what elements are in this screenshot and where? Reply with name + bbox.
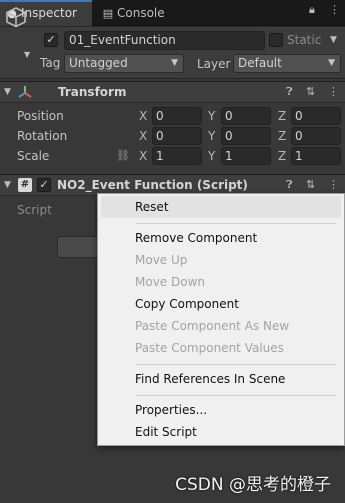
axis-x-label: X xyxy=(139,129,148,143)
menu-item-edit-script[interactable]: Edit Script xyxy=(98,421,344,443)
object-name-field[interactable]: 01_EventFunction xyxy=(64,31,265,50)
scale-z-field[interactable]: 1 xyxy=(291,147,341,165)
scale-x-field[interactable]: 1 xyxy=(152,147,202,165)
tab-console[interactable]: ▤ Console xyxy=(96,0,196,26)
help-icon[interactable]: ❓︎ xyxy=(286,175,293,195)
axis-x-label: X xyxy=(139,109,148,123)
transform-header[interactable] xyxy=(0,81,345,103)
position-x-field[interactable]: 0 xyxy=(152,107,202,125)
static-dropdown-arrow-icon[interactable]: ▼ xyxy=(330,31,337,49)
menu-item-paste-component-as-new[interactable]: Paste Component As New xyxy=(98,315,344,337)
rotation-label: Rotation xyxy=(17,129,68,143)
console-icon: ▤ xyxy=(102,7,114,20)
context-menu: Reset Remove Component Move Up Move Down… xyxy=(97,193,345,446)
layer-dropdown[interactable]: Default ▼ xyxy=(233,54,341,73)
menu-item-move-up[interactable]: Move Up xyxy=(98,249,344,271)
static-checkbox[interactable] xyxy=(269,33,283,47)
rotation-z-field[interactable]: 0 xyxy=(291,127,341,145)
component-menu-icon[interactable]: ⋮ xyxy=(328,82,339,102)
lock-icon[interactable]: 🔒︎ xyxy=(309,3,315,17)
menu-item-copy-component[interactable]: Copy Component xyxy=(98,293,344,315)
tag-value: Untagged xyxy=(69,56,128,70)
menu-item-find-references[interactable]: Find References In Scene xyxy=(98,368,344,390)
axis-z-label: Z xyxy=(278,149,287,163)
position-label: Position xyxy=(17,109,64,123)
chevron-down-icon: ▼ xyxy=(328,58,335,68)
scale-y-field[interactable]: 1 xyxy=(221,147,271,165)
icon-dropdown-arrow-icon[interactable]: ▼ xyxy=(24,50,30,59)
layer-value: Default xyxy=(238,56,282,70)
tag-dropdown[interactable]: Untagged ▼ xyxy=(64,54,184,73)
foldout-arrow-icon[interactable]: ▼ xyxy=(4,82,11,102)
tab-console-label: Console xyxy=(117,6,165,20)
menu-separator xyxy=(136,364,336,365)
constrain-proportions-icon[interactable]: ⛓︎ xyxy=(116,147,130,165)
chevron-down-icon: ▼ xyxy=(171,58,178,68)
menu-item-reset[interactable]: Reset xyxy=(101,196,341,218)
script-file-icon: # xyxy=(18,178,32,192)
menu-item-paste-component-values[interactable]: Paste Component Values xyxy=(98,337,344,359)
rotation-y-field[interactable]: 0 xyxy=(221,127,271,145)
preset-icon[interactable]: ⇅ xyxy=(306,175,315,195)
layer-label: Layer xyxy=(197,57,231,71)
static-label: Static xyxy=(287,33,322,47)
scale-label: Scale xyxy=(17,149,50,163)
tag-label: Tag xyxy=(40,56,61,70)
menu-item-move-down[interactable]: Move Down xyxy=(98,271,344,293)
axis-x-label: X xyxy=(139,149,148,163)
axis-y-label: Y xyxy=(208,149,216,163)
watermark-text: CSDN @思考的橙子 xyxy=(175,475,331,495)
active-checkbox[interactable]: ✓ xyxy=(44,33,58,47)
axis-y-label: Y xyxy=(208,129,216,143)
script-label: Script xyxy=(17,203,52,217)
menu-item-properties[interactable]: Properties... xyxy=(98,399,344,421)
preset-icon[interactable]: ⇅ xyxy=(306,82,315,102)
tab-inspector-label: Inspector xyxy=(21,6,77,20)
rotation-x-field[interactable]: 0 xyxy=(152,127,202,145)
transform-icon xyxy=(17,84,33,100)
position-z-field[interactable]: 0 xyxy=(291,107,341,125)
axis-z-label: Z xyxy=(278,109,287,123)
component-menu-icon[interactable]: ⋮ xyxy=(328,175,339,195)
tab-tools: 🔒︎ ⋮ xyxy=(305,3,345,21)
axis-y-label: Y xyxy=(208,109,216,123)
transform-title: Transform xyxy=(58,85,127,99)
script-enabled-checkbox[interactable]: ✓ xyxy=(37,178,51,192)
axis-z-label: Z xyxy=(278,129,287,143)
help-icon[interactable]: ❓︎ xyxy=(286,82,293,102)
menu-item-remove-component[interactable]: Remove Component xyxy=(98,227,344,249)
foldout-arrow-icon[interactable]: ▼ xyxy=(4,175,11,195)
gameobject-cube-icon[interactable] xyxy=(5,6,27,28)
script-component-title: NO2_Event Function (Script) xyxy=(57,178,248,192)
position-y-field[interactable]: 0 xyxy=(221,107,271,125)
menu-separator xyxy=(136,223,336,224)
more-options-icon[interactable]: ⋮ xyxy=(329,3,340,16)
menu-separator xyxy=(136,395,336,396)
